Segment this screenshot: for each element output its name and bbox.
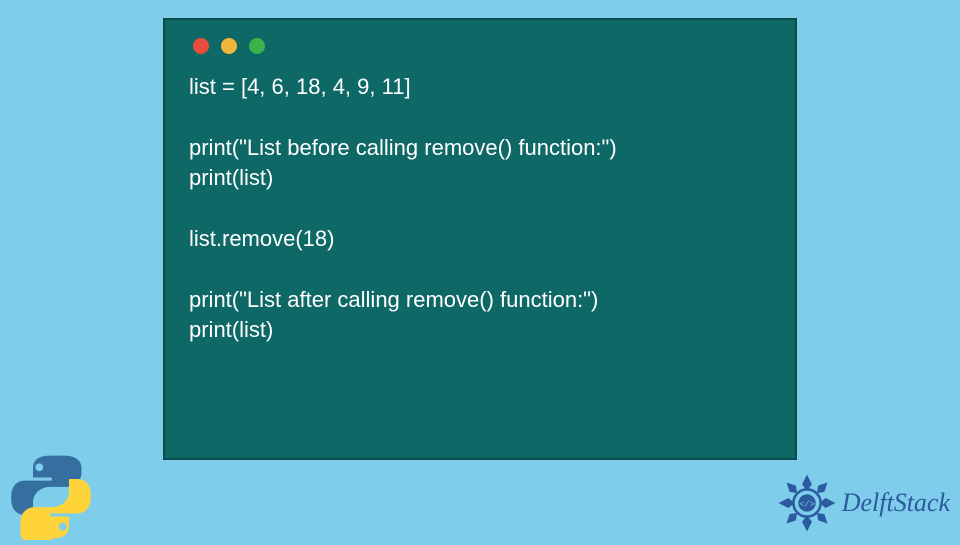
brand-badge: </> DelftStack <box>776 472 950 534</box>
code-line: list.remove(18) <box>189 226 334 251</box>
code-content: list = [4, 6, 18, 4, 9, 11] print("List … <box>189 72 771 345</box>
window-controls <box>189 38 771 54</box>
code-line: list = [4, 6, 18, 4, 9, 11] <box>189 74 411 99</box>
python-logo-icon <box>8 454 94 540</box>
brand-name: DelftStack <box>842 488 950 518</box>
code-line: print("List after calling remove() funct… <box>189 287 598 312</box>
minimize-icon <box>221 38 237 54</box>
code-window: list = [4, 6, 18, 4, 9, 11] print("List … <box>163 18 797 460</box>
svg-text:</>: </> <box>799 500 815 510</box>
code-line: print(list) <box>189 317 273 342</box>
delftstack-mandala-icon: </> <box>776 472 838 534</box>
close-icon <box>193 38 209 54</box>
code-line: print(list) <box>189 165 273 190</box>
code-line: print("List before calling remove() func… <box>189 135 617 160</box>
maximize-icon <box>249 38 265 54</box>
